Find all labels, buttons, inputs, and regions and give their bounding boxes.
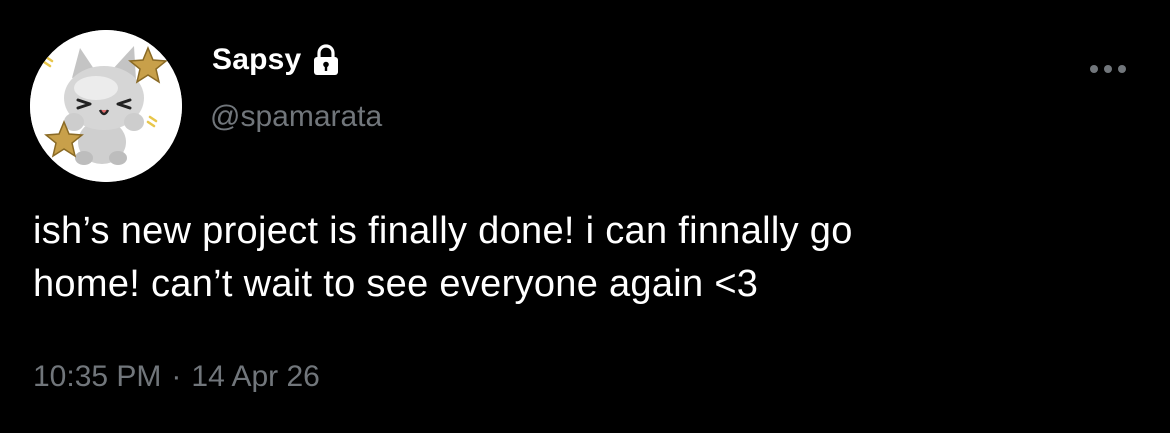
display-name[interactable]: Sapsy [212,43,301,77]
cat-avatar-icon [30,30,182,182]
tweet: Sapsy @spamarata ish’s new project is fi… [0,0,1170,433]
tweet-date[interactable]: 14 Apr 26 [191,360,319,394]
tweet-text-line: ish’s new project is finally done! i can… [33,210,853,252]
lock-icon [309,43,343,77]
more-options-button[interactable] [1080,56,1136,82]
avatar[interactable] [30,30,182,182]
author-handle[interactable]: @spamarata [210,100,382,134]
tweet-time[interactable]: 10:35 PM [33,360,161,394]
tweet-metadata: 10:35 PM · 14 Apr 26 [33,360,320,394]
meta-separator: · [171,360,182,393]
tweet-text: ish’s new project is finally done! i can… [33,205,1143,311]
author-name-row: Sapsy [212,38,343,82]
tweet-text-line: home! can’t wait to see everyone again <… [33,263,759,305]
more-horizontal-icon [1090,65,1126,73]
